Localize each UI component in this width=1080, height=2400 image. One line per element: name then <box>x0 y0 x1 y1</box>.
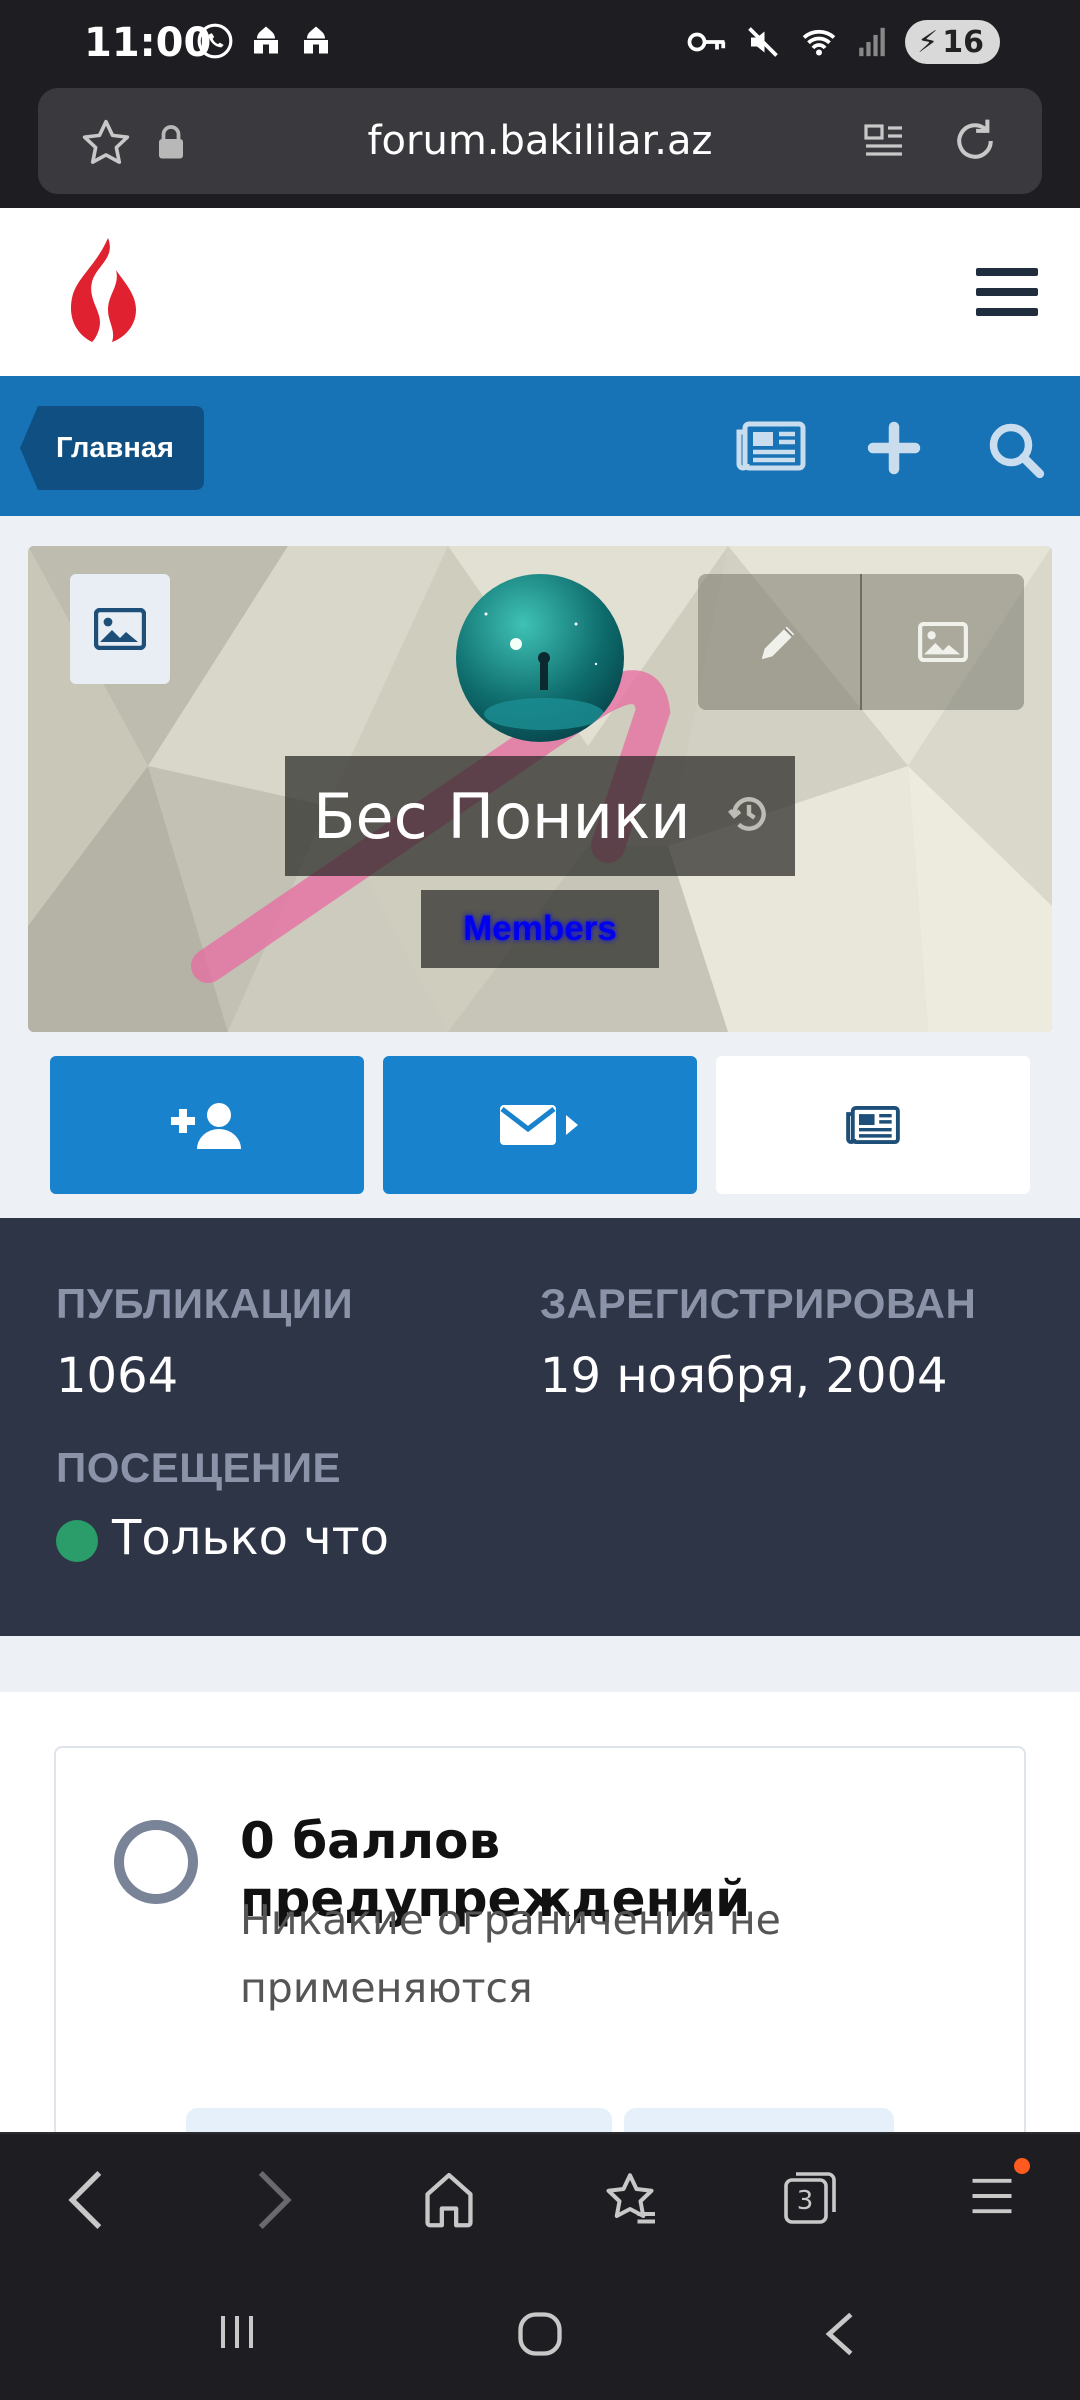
status-time: 11:00 <box>84 20 212 66</box>
joined-value: 19 ноября, 2004 <box>540 1348 948 1404</box>
recent-apps-icon[interactable] <box>212 2308 262 2356</box>
warning-status-circle <box>114 1820 198 1904</box>
wifi-icon <box>802 29 836 56</box>
newspaper-icon <box>846 1105 900 1145</box>
battery-level: 16 <box>942 24 984 60</box>
notification-icons <box>196 22 334 60</box>
cover-tools <box>698 574 1024 710</box>
system-icons: ⚡ 16 <box>687 20 1000 64</box>
member-group: Members <box>463 909 617 948</box>
menu-notification-dot <box>1014 2158 1030 2174</box>
whatsapp-icon <box>197 23 233 59</box>
signal-icon <box>859 27 885 57</box>
add-user-icon <box>171 1103 241 1149</box>
plus-icon[interactable] <box>866 420 922 476</box>
newspaper-icon[interactable] <box>734 420 808 472</box>
home-button-icon[interactable] <box>512 2308 568 2360</box>
profile-header: Бес Поники Members <box>0 516 1080 1218</box>
edit-profile-button[interactable] <box>698 574 860 710</box>
site-header <box>0 208 1080 376</box>
change-cover-button[interactable] <box>860 574 1024 710</box>
last-visit-value: Только что <box>112 1510 389 1566</box>
reader-mode-icon[interactable] <box>860 118 908 166</box>
browser-bottom-bar: 3 <box>0 2132 1080 2264</box>
member-group-box: Members <box>421 890 659 968</box>
warning-description: Никакие ограничения не применяются <box>240 1896 781 2012</box>
posts-value: 1064 <box>56 1348 179 1404</box>
warnings-card: 0 баллов предупреждений Никакие ограниче… <box>54 1746 1026 2168</box>
follow-button[interactable] <box>50 1056 364 1194</box>
tabs-count: 3 <box>796 2186 814 2216</box>
profile-actions <box>50 1056 1030 1196</box>
last-visit-label: ПОСЕЩЕНИЕ <box>56 1444 342 1491</box>
envelope-icon <box>500 1105 578 1145</box>
tabs-button[interactable]: 3 <box>780 2168 840 2228</box>
battery-indicator: ⚡ 16 <box>905 20 1000 64</box>
profile-content: 0 баллов предупреждений Никакие ограниче… <box>0 1692 1080 2168</box>
posts-label: ПУБЛИКАЦИИ <box>56 1280 354 1327</box>
menu-icon[interactable] <box>966 2168 1018 2224</box>
cover-photo: Бес Поники Members <box>28 546 1052 1032</box>
mosque-icon <box>304 26 328 54</box>
pencil-icon <box>761 626 795 660</box>
joined-label: ЗАРЕГИСТРИРОВАН <box>540 1280 977 1327</box>
profile-stats: ПУБЛИКАЦИИ 1064 ЗАРЕГИСТРИРОВАН 19 ноябр… <box>0 1218 1080 1636</box>
search-icon[interactable] <box>986 420 1046 480</box>
status-bar: 11:00 ⚡ 16 <box>0 0 1080 84</box>
forward-icon[interactable] <box>248 2168 298 2232</box>
browser-toolbar: forum.bakililar.az <box>0 84 1080 208</box>
bookmarks-icon[interactable] <box>600 2168 660 2230</box>
image-icon <box>918 622 968 662</box>
reload-icon[interactable] <box>948 114 1002 168</box>
cover-upload-button[interactable] <box>70 574 170 684</box>
breadcrumb-home[interactable]: Главная <box>20 406 204 490</box>
mute-icon <box>748 27 778 57</box>
activity-button[interactable] <box>716 1056 1030 1194</box>
message-button[interactable] <box>383 1056 697 1194</box>
forum-navbar: Главная <box>0 376 1080 516</box>
flame-logo-icon[interactable] <box>64 234 144 346</box>
address-bar[interactable]: forum.bakililar.az <box>38 88 1042 194</box>
back-icon[interactable] <box>62 2168 112 2232</box>
system-back-icon[interactable] <box>818 2308 862 2360</box>
profile-name: Бес Поники <box>313 779 691 853</box>
online-status-dot <box>56 1520 98 1562</box>
system-navigation-bar <box>0 2264 1080 2400</box>
image-icon <box>94 608 146 650</box>
section-divider <box>0 1636 1080 1692</box>
battery-charging-icon: ⚡ <box>917 24 939 60</box>
profile-name-box: Бес Поники <box>285 756 795 876</box>
key-icon <box>687 32 726 52</box>
home-icon[interactable] <box>420 2168 478 2230</box>
mosque-icon <box>254 26 278 54</box>
avatar[interactable] <box>456 574 624 742</box>
history-icon[interactable] <box>727 792 771 836</box>
avatar-image <box>456 574 624 742</box>
hamburger-menu-icon[interactable] <box>976 266 1038 318</box>
